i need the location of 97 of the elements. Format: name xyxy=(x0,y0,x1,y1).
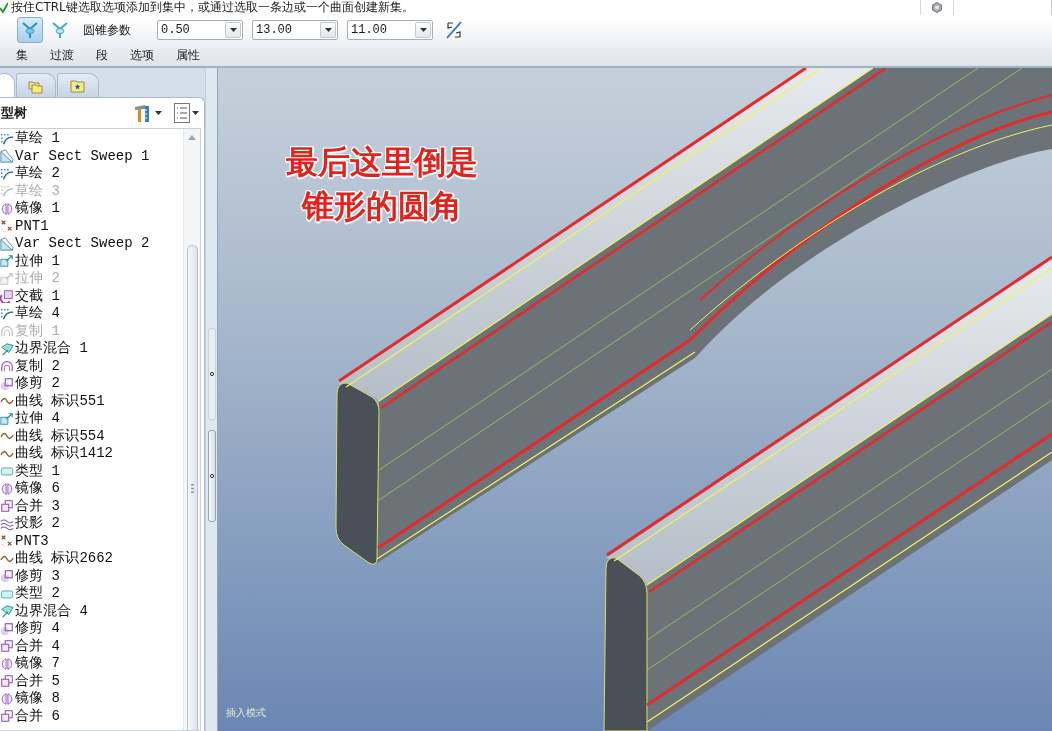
trim-icon xyxy=(0,621,14,636)
dashboard-tab[interactable]: 过渡 xyxy=(39,47,85,64)
blend-surface-icon xyxy=(0,604,14,619)
panel-tab[interactable] xyxy=(0,73,15,97)
mirror-halves-icon xyxy=(0,691,14,706)
tree-item[interactable]: 镜像 8 xyxy=(0,690,60,708)
extrude-arrow-icon xyxy=(0,411,14,426)
show-dropdown[interactable] xyxy=(174,103,199,123)
star-folder-icon xyxy=(70,77,86,94)
tree-item[interactable]: 投影 2 xyxy=(0,515,60,533)
tree-item[interactable]: 合并 3 xyxy=(0,497,60,515)
dotted-sketch-icon xyxy=(0,184,14,199)
annotation-text: 锥形的圆角 xyxy=(302,186,462,227)
check-icon xyxy=(0,1,8,14)
dotted-sketch-icon xyxy=(0,306,14,321)
panel-tab[interactable] xyxy=(16,73,56,97)
wedge-icon xyxy=(0,236,14,251)
model-tree-title: 型树 xyxy=(1,104,27,122)
wedge-icon xyxy=(0,149,14,164)
trim-icon xyxy=(0,569,14,584)
tree-item[interactable]: 复制 2 xyxy=(0,357,60,375)
annotation-text: 最后这里倒是 xyxy=(286,142,478,183)
flip-button[interactable] xyxy=(445,20,463,40)
tree-item[interactable]: Var Sect Sweep 1 xyxy=(0,147,150,165)
cross-points-icon xyxy=(0,534,14,549)
tree-item[interactable]: 拉伸 1 xyxy=(0,252,60,270)
stacked-waves-icon xyxy=(0,516,14,531)
tree-item[interactable]: 交截 1 xyxy=(0,287,60,305)
value-combobox[interactable]: 13.00 xyxy=(252,20,338,40)
arc-icon xyxy=(0,324,14,339)
diagonal-arrows-icon xyxy=(445,20,463,40)
dotted-sketch-icon xyxy=(0,131,14,146)
extrude-arrow-icon xyxy=(0,254,14,269)
value-combobox[interactable]: 0.50 xyxy=(157,20,243,40)
tree-item[interactable]: 修剪 3 xyxy=(0,567,60,585)
dropdown-button[interactable] xyxy=(415,22,431,38)
mirror-halves-icon xyxy=(0,481,14,496)
tree-item[interactable]: 合并 5 xyxy=(0,672,60,690)
nut-icon[interactable] xyxy=(932,2,942,13)
intersect-icon xyxy=(0,289,14,304)
message-text: 按住CTRL键选取选项添加到集中，或通过选取一条边或一个曲面创建新集。 xyxy=(11,0,414,15)
dropdown-button[interactable] xyxy=(320,22,336,38)
tree-item[interactable]: 边界混合 4 xyxy=(0,602,88,620)
tree-item[interactable]: PNT3 xyxy=(0,532,49,550)
tree-item[interactable]: 修剪 2 xyxy=(0,375,60,393)
list-icon xyxy=(174,103,190,123)
tree-item[interactable]: 镜像 1 xyxy=(0,200,60,218)
tree-item[interactable]: 镜像 7 xyxy=(0,655,60,673)
value-combobox[interactable]: 11.00 xyxy=(347,20,433,40)
tab-shape-icon xyxy=(0,464,14,479)
dashboard-tab[interactable]: 属性 xyxy=(165,47,211,64)
extrude-arrow-icon xyxy=(0,271,14,286)
tree-item[interactable]: 类型 1 xyxy=(0,462,60,480)
tree-item[interactable]: 拉伸 4 xyxy=(0,410,60,428)
tree-item[interactable]: PNT1 xyxy=(0,217,49,235)
sash-handle[interactable] xyxy=(207,328,216,420)
dropdown-button[interactable] xyxy=(225,22,241,38)
dashboard-tab[interactable]: 段 xyxy=(85,47,119,64)
fillet-icon xyxy=(50,20,70,40)
dotted-sketch-icon xyxy=(0,166,14,181)
tree-item[interactable]: 边界混合 1 xyxy=(0,340,88,358)
caret-icon xyxy=(229,28,237,32)
mode-text: 插入模式 xyxy=(226,707,266,719)
fillet-mode-button[interactable] xyxy=(17,17,43,43)
caret-icon xyxy=(155,111,162,115)
caret-icon xyxy=(192,111,199,115)
tree-item[interactable]: 曲线 标识2662 xyxy=(0,550,113,568)
tree-item[interactable]: 草绘 1 xyxy=(0,130,60,148)
cross-points-icon xyxy=(0,219,14,234)
tree-item[interactable]: 曲线 标识1412 xyxy=(0,445,113,463)
grip-icon xyxy=(190,484,194,493)
tree-item[interactable]: 镜像 6 xyxy=(0,480,60,498)
tree-item[interactable]: 合并 6 xyxy=(0,707,60,725)
dashboard-tab[interactable]: 集 xyxy=(5,47,39,64)
caret-icon xyxy=(419,28,427,32)
tree-item[interactable]: 合并 4 xyxy=(0,637,60,655)
mirror-halves-icon xyxy=(0,201,14,216)
tree-item[interactable]: 曲线 标识554 xyxy=(0,427,105,445)
tree-item[interactable]: 草绘 4 xyxy=(0,305,60,323)
caret-icon xyxy=(324,28,332,32)
tree-item[interactable]: Var Sect Sweep 2 xyxy=(0,235,150,253)
blend-surface-icon xyxy=(0,341,14,356)
scroll-up-arrow-icon[interactable] xyxy=(188,135,196,140)
tree-item[interactable]: 类型 2 xyxy=(0,585,60,603)
tree-item[interactable]: 草绘 2 xyxy=(0,165,60,183)
arc-icon xyxy=(0,359,14,374)
mirror-halves-icon xyxy=(0,656,14,671)
panel-tab[interactable] xyxy=(57,73,99,97)
dashboard-tab[interactable]: 选项 xyxy=(119,47,165,64)
scrollbar-thumb[interactable] xyxy=(186,245,198,730)
tree-item[interactable]: 修剪 4 xyxy=(0,620,60,638)
sash-handle[interactable] xyxy=(207,430,216,522)
tree-item[interactable]: 曲线 标识551 xyxy=(0,392,105,410)
conic-parameter-label: 圆锥参数 xyxy=(83,21,131,39)
fillet-icon xyxy=(20,20,40,40)
trim-icon xyxy=(0,376,14,391)
settings-dropdown[interactable] xyxy=(133,103,162,123)
